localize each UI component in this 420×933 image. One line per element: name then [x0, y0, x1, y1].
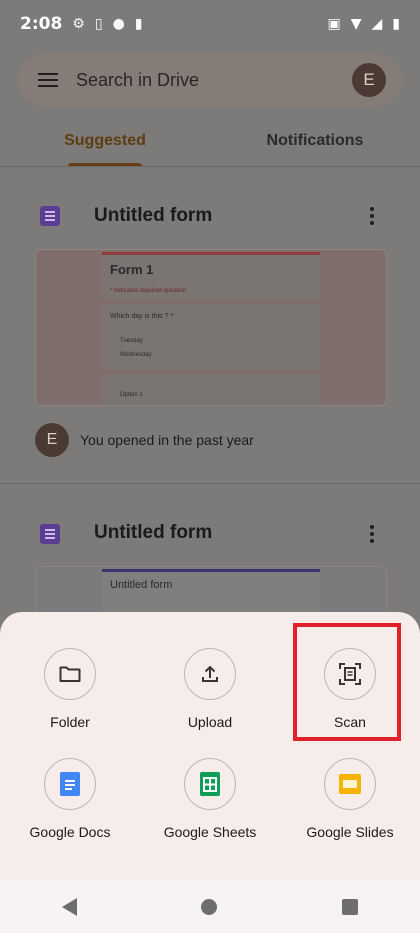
back-icon[interactable] [62, 897, 78, 916]
google-forms-icon [40, 524, 60, 544]
activity-text: You opened in the past year [80, 432, 254, 448]
google-sheets-icon[interactable] [184, 758, 236, 810]
form-question: Which day is this ? * [110, 313, 174, 320]
nfc-icon: ▣ [327, 16, 341, 32]
search-input[interactable]: Search in Drive [76, 70, 352, 91]
tab-bar: Suggested Notifications [0, 112, 420, 166]
battery-icon: ▮ [392, 16, 400, 32]
battery-saver-icon: ▮ [134, 16, 143, 32]
status-time: 2:08 [20, 14, 63, 34]
form-header-card: Form 1 * Indicates required question [102, 252, 320, 299]
form-extra-option: Option 1 [120, 392, 143, 398]
google-slides-label: Google Slides [306, 824, 394, 840]
tab-suggested-label: Suggested [64, 132, 146, 149]
recent-apps-icon[interactable] [341, 898, 358, 915]
activity-avatar: E [35, 423, 69, 457]
google-docs-label: Google Docs [29, 824, 111, 840]
tab-suggested[interactable]: Suggested [0, 112, 210, 166]
menu-icon[interactable] [38, 73, 58, 87]
upload-action[interactable]: Upload [140, 648, 280, 730]
tab-notifications[interactable]: Notifications [210, 112, 420, 166]
google-slides-action[interactable]: Google Slides [280, 758, 420, 840]
folder-action[interactable]: Folder [0, 648, 140, 730]
more-options-icon[interactable] [370, 525, 374, 543]
tabs-divider [0, 166, 420, 167]
google-slides-icon[interactable] [324, 758, 376, 810]
file-thumbnail[interactable]: Form 1 * Indicates required question Whi… [35, 249, 387, 406]
signal-icon: ◢ [371, 16, 383, 32]
search-bar[interactable]: Search in Drive E [18, 54, 402, 106]
system-navigation-bar [0, 880, 420, 933]
upload-icon[interactable] [184, 648, 236, 700]
form-preview-heading: Form 1 [110, 262, 154, 277]
google-forms-icon [40, 206, 60, 226]
form-option: Tuesday [120, 338, 143, 344]
form-required-note: * Indicates required question [110, 288, 187, 294]
more-options-icon[interactable] [370, 207, 374, 225]
upload-label: Upload [187, 714, 233, 730]
settings-icon: ⚙ [72, 16, 85, 32]
google-docs-icon[interactable] [44, 758, 96, 810]
card-divider [0, 483, 420, 484]
status-bar: 2:08 ⚙ ▯ ● ▮ ▣ ▼ ◢ ▮ [0, 0, 420, 48]
form-header-accent [102, 569, 320, 572]
google-sheets-action[interactable]: Google Sheets [140, 758, 280, 840]
google-docs-action[interactable]: Google Docs [0, 758, 140, 840]
form-extra-card: Option 1 [102, 375, 320, 405]
folder-icon[interactable] [44, 648, 96, 700]
form-question-card: Which day is this ? * Tuesday Wednesday [102, 304, 320, 370]
form-header-accent [102, 252, 320, 255]
motorola-icon: ● [112, 16, 125, 32]
form-preview-heading: Untitled form [110, 579, 173, 591]
folder-label: Folder [50, 714, 90, 730]
tab-notifications-label: Notifications [266, 132, 364, 149]
phone-icon: ▯ [94, 16, 103, 32]
file-title[interactable]: Untitled form [94, 205, 212, 227]
wifi-icon: ▼ [350, 16, 362, 32]
google-sheets-label: Google Sheets [163, 824, 257, 840]
scan-highlight-box [293, 623, 401, 741]
account-avatar[interactable]: E [352, 63, 386, 97]
file-title[interactable]: Untitled form [94, 522, 212, 544]
home-icon[interactable] [201, 898, 218, 915]
form-option: Wednesday [120, 352, 152, 358]
